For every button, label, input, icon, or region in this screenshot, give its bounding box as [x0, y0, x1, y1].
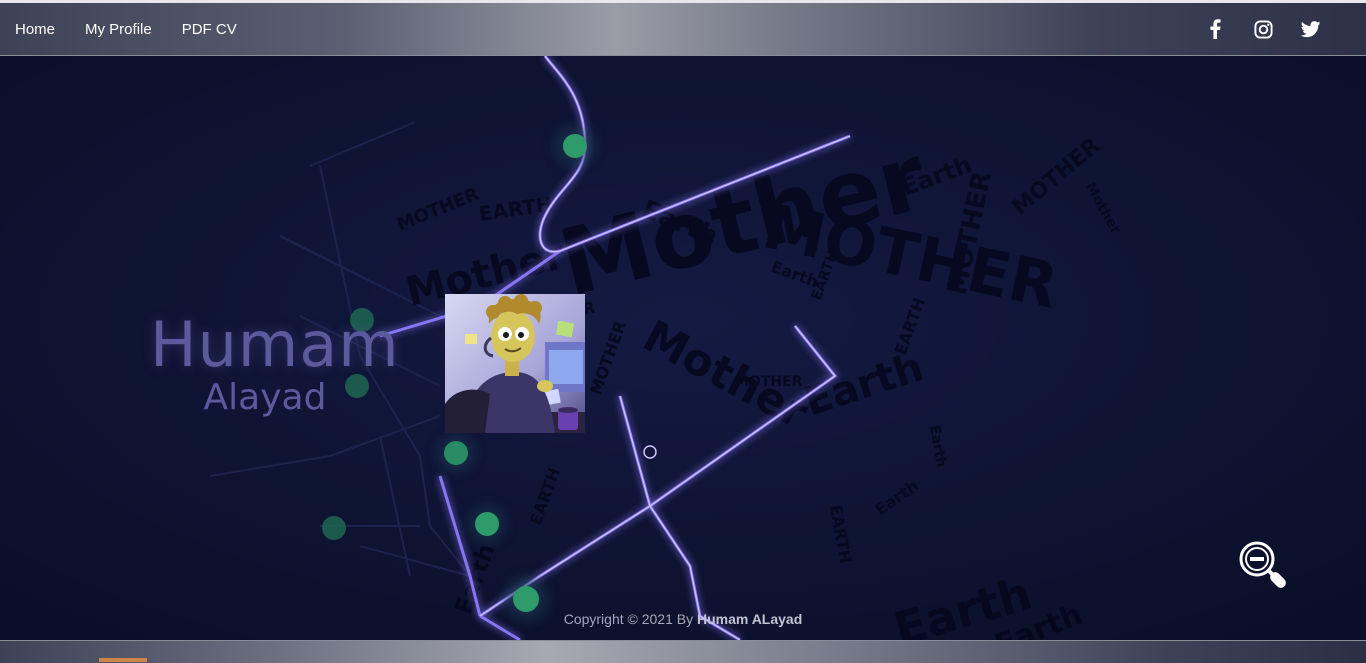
- footer-copyright: Copyright © 2021 By Humam ALayad: [0, 611, 1366, 627]
- nav-link-pdf-cv[interactable]: PDF CV: [182, 21, 237, 38]
- facebook-icon[interactable]: [1205, 19, 1225, 39]
- bottom-accent-tab: [99, 658, 147, 662]
- zoom-out-icon: [1239, 541, 1286, 588]
- nav-link-home[interactable]: Home: [15, 21, 55, 38]
- nav-link-my-profile[interactable]: My Profile: [85, 21, 152, 38]
- nav-links: Home My Profile PDF CV: [15, 3, 237, 55]
- svg-text:MOTHER: MOTHER: [735, 374, 803, 390]
- instagram-icon[interactable]: [1253, 19, 1273, 39]
- social-links: [1205, 3, 1321, 55]
- first-name: Humam: [150, 308, 400, 381]
- hero-name: Humam Alayad: [150, 308, 400, 418]
- last-name: Alayad: [203, 377, 327, 418]
- twitter-icon[interactable]: [1301, 19, 1321, 39]
- bottom-bar: [0, 640, 1366, 663]
- profile-avatar[interactable]: [445, 294, 585, 433]
- copyright-prefix: Copyright © 2021 By: [563, 611, 694, 627]
- zoom-out-button[interactable]: [1237, 539, 1291, 593]
- navbar: Home My Profile PDF CV: [0, 3, 1366, 56]
- copyright-author: Humam ALayad: [696, 611, 803, 627]
